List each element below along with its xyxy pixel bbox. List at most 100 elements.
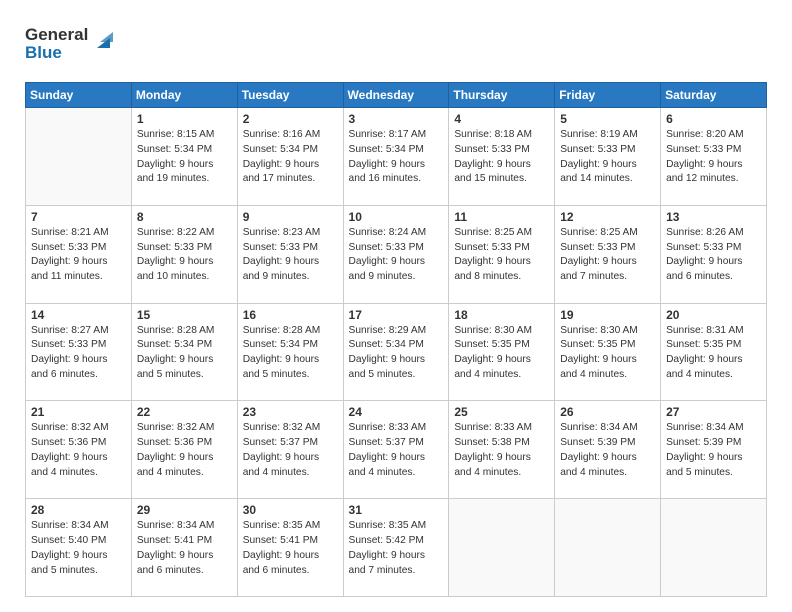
- logo: General Blue: [25, 20, 125, 70]
- day-info: Sunrise: 8:29 AMSunset: 5:34 PMDaylight:…: [349, 324, 444, 383]
- day-number: 28: [31, 503, 126, 517]
- day-number: 3: [349, 112, 444, 126]
- col-header-thursday: Thursday: [449, 83, 555, 108]
- day-number: 21: [31, 405, 126, 419]
- day-cell: 17 Sunrise: 8:29 AMSunset: 5:34 PMDaylig…: [343, 303, 449, 401]
- day-info: Sunrise: 8:32 AMSunset: 5:36 PMDaylight:…: [31, 421, 126, 480]
- day-info: Sunrise: 8:20 AMSunset: 5:33 PMDaylight:…: [666, 128, 761, 187]
- day-cell: 2 Sunrise: 8:16 AMSunset: 5:34 PMDayligh…: [237, 108, 343, 206]
- day-number: 31: [349, 503, 444, 517]
- day-number: 22: [137, 405, 232, 419]
- day-cell: 20 Sunrise: 8:31 AMSunset: 5:35 PMDaylig…: [661, 303, 767, 401]
- day-cell: 4 Sunrise: 8:18 AMSunset: 5:33 PMDayligh…: [449, 108, 555, 206]
- day-cell: 14 Sunrise: 8:27 AMSunset: 5:33 PMDaylig…: [26, 303, 132, 401]
- day-info: Sunrise: 8:25 AMSunset: 5:33 PMDaylight:…: [454, 226, 549, 285]
- col-header-monday: Monday: [131, 83, 237, 108]
- day-cell: 29 Sunrise: 8:34 AMSunset: 5:41 PMDaylig…: [131, 499, 237, 597]
- day-cell: [449, 499, 555, 597]
- day-cell: 24 Sunrise: 8:33 AMSunset: 5:37 PMDaylig…: [343, 401, 449, 499]
- week-row-2: 14 Sunrise: 8:27 AMSunset: 5:33 PMDaylig…: [26, 303, 767, 401]
- day-cell: 15 Sunrise: 8:28 AMSunset: 5:34 PMDaylig…: [131, 303, 237, 401]
- day-number: 12: [560, 210, 655, 224]
- day-info: Sunrise: 8:34 AMSunset: 5:39 PMDaylight:…: [560, 421, 655, 480]
- day-cell: 25 Sunrise: 8:33 AMSunset: 5:38 PMDaylig…: [449, 401, 555, 499]
- day-info: Sunrise: 8:27 AMSunset: 5:33 PMDaylight:…: [31, 324, 126, 383]
- day-info: Sunrise: 8:15 AMSunset: 5:34 PMDaylight:…: [137, 128, 232, 187]
- day-number: 6: [666, 112, 761, 126]
- day-cell: 27 Sunrise: 8:34 AMSunset: 5:39 PMDaylig…: [661, 401, 767, 499]
- day-number: 15: [137, 308, 232, 322]
- day-cell: 9 Sunrise: 8:23 AMSunset: 5:33 PMDayligh…: [237, 205, 343, 303]
- day-info: Sunrise: 8:28 AMSunset: 5:34 PMDaylight:…: [137, 324, 232, 383]
- day-info: Sunrise: 8:26 AMSunset: 5:33 PMDaylight:…: [666, 226, 761, 285]
- day-number: 13: [666, 210, 761, 224]
- day-cell: 8 Sunrise: 8:22 AMSunset: 5:33 PMDayligh…: [131, 205, 237, 303]
- col-header-tuesday: Tuesday: [237, 83, 343, 108]
- day-info: Sunrise: 8:31 AMSunset: 5:35 PMDaylight:…: [666, 324, 761, 383]
- day-cell: 26 Sunrise: 8:34 AMSunset: 5:39 PMDaylig…: [555, 401, 661, 499]
- day-info: Sunrise: 8:21 AMSunset: 5:33 PMDaylight:…: [31, 226, 126, 285]
- week-row-1: 7 Sunrise: 8:21 AMSunset: 5:33 PMDayligh…: [26, 205, 767, 303]
- day-info: Sunrise: 8:19 AMSunset: 5:33 PMDaylight:…: [560, 128, 655, 187]
- day-number: 16: [243, 308, 338, 322]
- calendar-header-row: SundayMondayTuesdayWednesdayThursdayFrid…: [26, 83, 767, 108]
- day-cell: 11 Sunrise: 8:25 AMSunset: 5:33 PMDaylig…: [449, 205, 555, 303]
- day-cell: [661, 499, 767, 597]
- col-header-wednesday: Wednesday: [343, 83, 449, 108]
- col-header-sunday: Sunday: [26, 83, 132, 108]
- col-header-saturday: Saturday: [661, 83, 767, 108]
- day-number: 30: [243, 503, 338, 517]
- day-cell: 7 Sunrise: 8:21 AMSunset: 5:33 PMDayligh…: [26, 205, 132, 303]
- day-number: 18: [454, 308, 549, 322]
- day-info: Sunrise: 8:34 AMSunset: 5:41 PMDaylight:…: [137, 519, 232, 578]
- day-info: Sunrise: 8:33 AMSunset: 5:37 PMDaylight:…: [349, 421, 444, 480]
- day-cell: 30 Sunrise: 8:35 AMSunset: 5:41 PMDaylig…: [237, 499, 343, 597]
- day-info: Sunrise: 8:22 AMSunset: 5:33 PMDaylight:…: [137, 226, 232, 285]
- week-row-0: 1 Sunrise: 8:15 AMSunset: 5:34 PMDayligh…: [26, 108, 767, 206]
- day-info: Sunrise: 8:18 AMSunset: 5:33 PMDaylight:…: [454, 128, 549, 187]
- day-info: Sunrise: 8:28 AMSunset: 5:34 PMDaylight:…: [243, 324, 338, 383]
- day-info: Sunrise: 8:25 AMSunset: 5:33 PMDaylight:…: [560, 226, 655, 285]
- day-cell: 12 Sunrise: 8:25 AMSunset: 5:33 PMDaylig…: [555, 205, 661, 303]
- day-info: Sunrise: 8:24 AMSunset: 5:33 PMDaylight:…: [349, 226, 444, 285]
- day-number: 7: [31, 210, 126, 224]
- week-row-3: 21 Sunrise: 8:32 AMSunset: 5:36 PMDaylig…: [26, 401, 767, 499]
- day-number: 10: [349, 210, 444, 224]
- day-cell: 22 Sunrise: 8:32 AMSunset: 5:36 PMDaylig…: [131, 401, 237, 499]
- day-number: 29: [137, 503, 232, 517]
- svg-text:General: General: [25, 25, 88, 44]
- day-info: Sunrise: 8:32 AMSunset: 5:36 PMDaylight:…: [137, 421, 232, 480]
- day-number: 19: [560, 308, 655, 322]
- day-info: Sunrise: 8:34 AMSunset: 5:40 PMDaylight:…: [31, 519, 126, 578]
- calendar-table: SundayMondayTuesdayWednesdayThursdayFrid…: [25, 82, 767, 597]
- day-number: 11: [454, 210, 549, 224]
- day-cell: [26, 108, 132, 206]
- day-info: Sunrise: 8:23 AMSunset: 5:33 PMDaylight:…: [243, 226, 338, 285]
- day-cell: 31 Sunrise: 8:35 AMSunset: 5:42 PMDaylig…: [343, 499, 449, 597]
- day-cell: 16 Sunrise: 8:28 AMSunset: 5:34 PMDaylig…: [237, 303, 343, 401]
- day-info: Sunrise: 8:35 AMSunset: 5:42 PMDaylight:…: [349, 519, 444, 578]
- day-cell: 28 Sunrise: 8:34 AMSunset: 5:40 PMDaylig…: [26, 499, 132, 597]
- day-info: Sunrise: 8:35 AMSunset: 5:41 PMDaylight:…: [243, 519, 338, 578]
- day-number: 17: [349, 308, 444, 322]
- day-cell: 3 Sunrise: 8:17 AMSunset: 5:34 PMDayligh…: [343, 108, 449, 206]
- day-cell: [555, 499, 661, 597]
- day-number: 27: [666, 405, 761, 419]
- day-info: Sunrise: 8:30 AMSunset: 5:35 PMDaylight:…: [454, 324, 549, 383]
- day-number: 9: [243, 210, 338, 224]
- svg-text:Blue: Blue: [25, 43, 62, 62]
- day-info: Sunrise: 8:17 AMSunset: 5:34 PMDaylight:…: [349, 128, 444, 187]
- day-cell: 19 Sunrise: 8:30 AMSunset: 5:35 PMDaylig…: [555, 303, 661, 401]
- day-cell: 1 Sunrise: 8:15 AMSunset: 5:34 PMDayligh…: [131, 108, 237, 206]
- day-info: Sunrise: 8:32 AMSunset: 5:37 PMDaylight:…: [243, 421, 338, 480]
- logo-icon: General Blue: [25, 20, 125, 65]
- day-number: 20: [666, 308, 761, 322]
- day-cell: 18 Sunrise: 8:30 AMSunset: 5:35 PMDaylig…: [449, 303, 555, 401]
- day-number: 24: [349, 405, 444, 419]
- day-number: 5: [560, 112, 655, 126]
- day-number: 1: [137, 112, 232, 126]
- col-header-friday: Friday: [555, 83, 661, 108]
- day-info: Sunrise: 8:30 AMSunset: 5:35 PMDaylight:…: [560, 324, 655, 383]
- day-info: Sunrise: 8:34 AMSunset: 5:39 PMDaylight:…: [666, 421, 761, 480]
- day-cell: 13 Sunrise: 8:26 AMSunset: 5:33 PMDaylig…: [661, 205, 767, 303]
